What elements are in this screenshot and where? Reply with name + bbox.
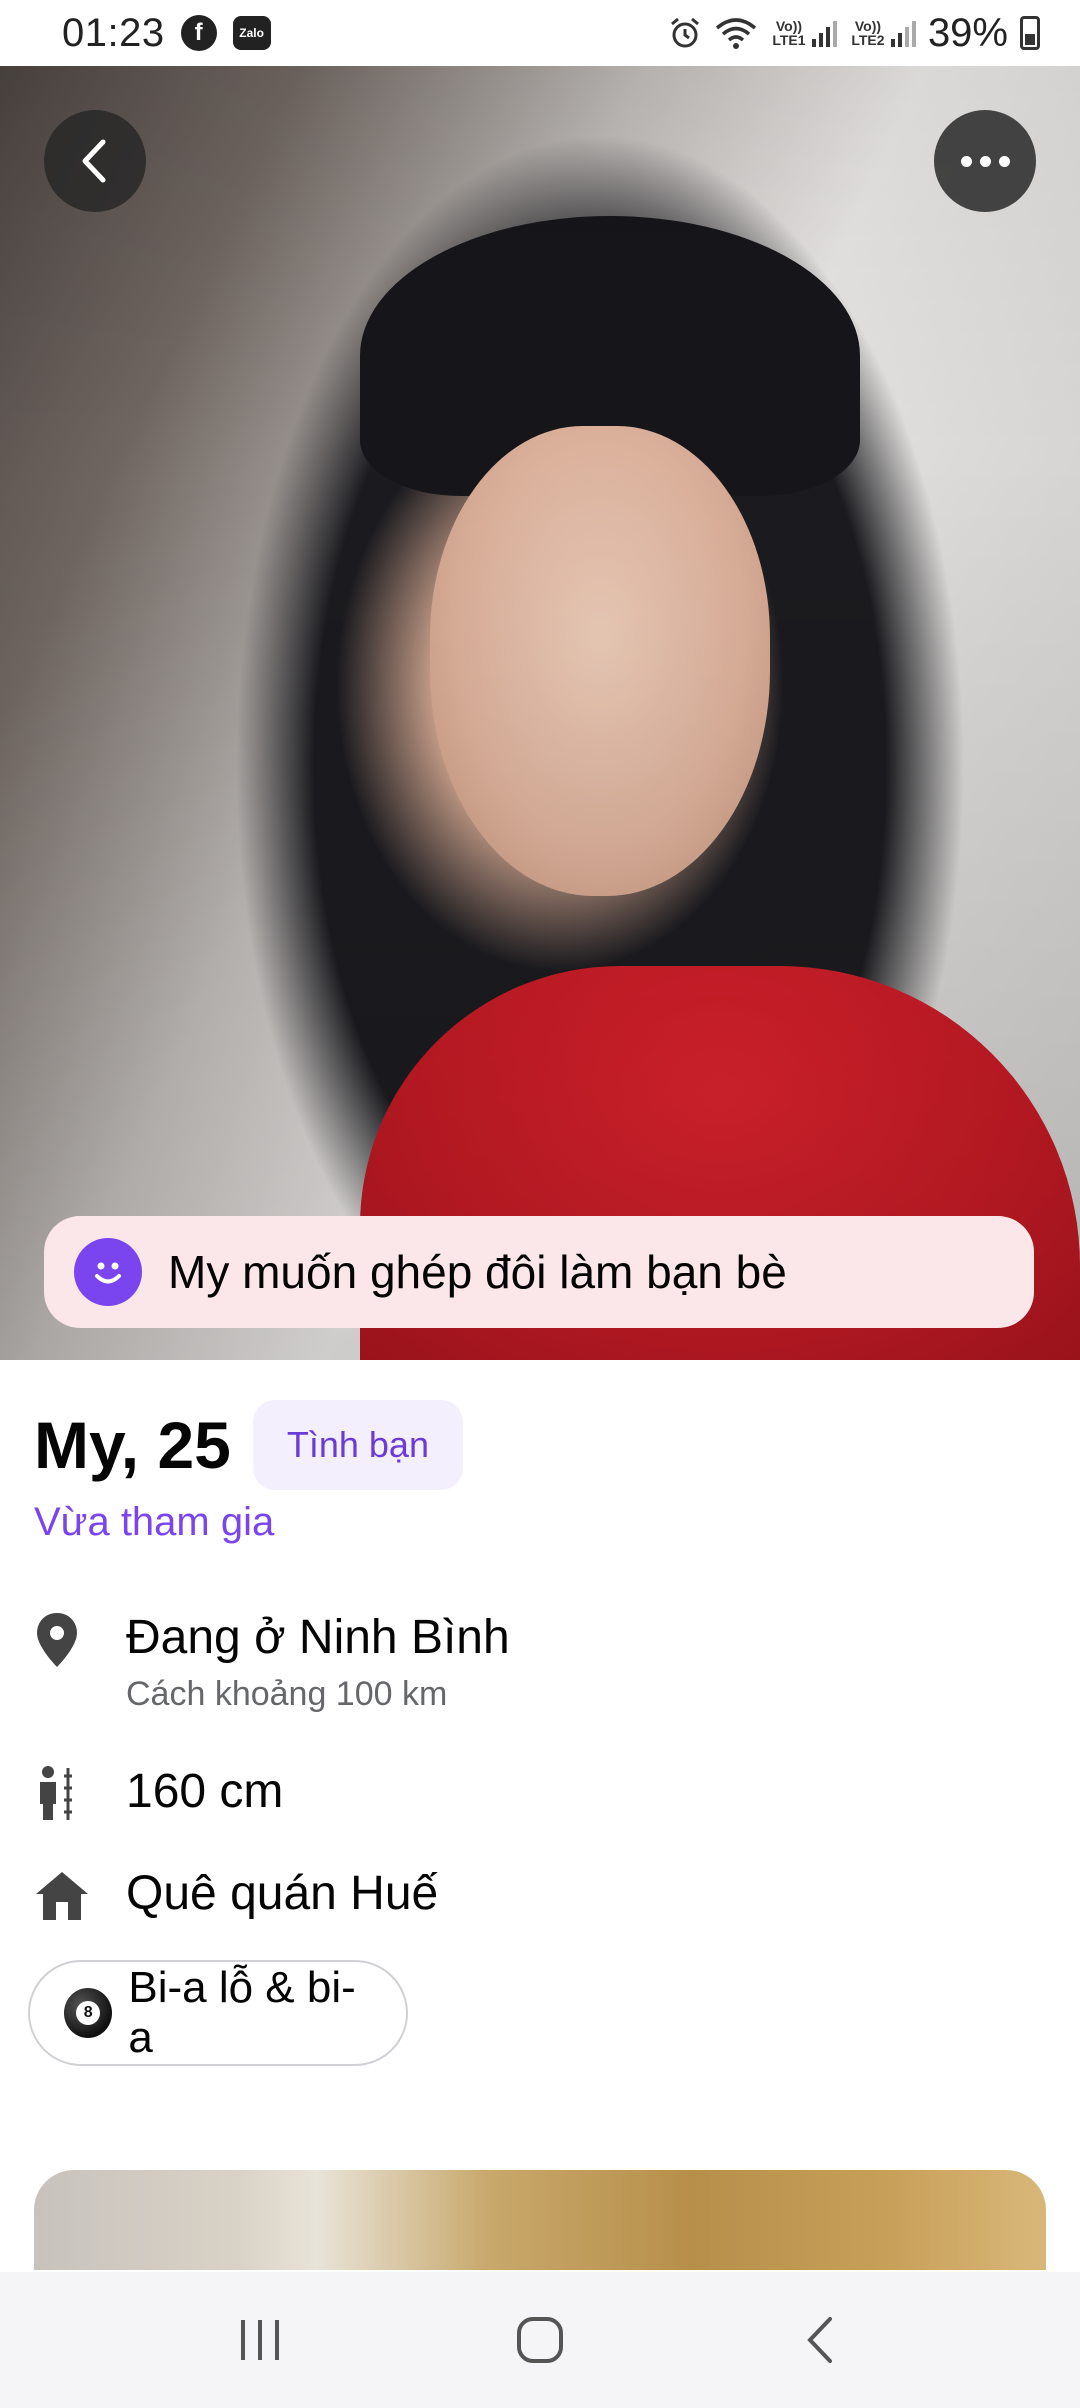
recent-apps-button[interactable] — [200, 2290, 320, 2390]
sim2-signal: Vo)) LTE2 — [849, 19, 916, 47]
location-distance: Cách khoảng 100 km — [126, 1675, 448, 1713]
smile-icon — [74, 1238, 142, 1306]
next-profile-photo[interactable] — [34, 2170, 1046, 2270]
billiard-ball-icon: 8 — [64, 1988, 113, 2038]
home-button[interactable] — [480, 2290, 600, 2390]
battery-percentage: 39% — [927, 10, 1008, 55]
hometown-value: Quê quán Huế — [126, 1867, 439, 1920]
home-circle-icon — [517, 2317, 563, 2363]
hometown-row: Quê quán Huế — [34, 1866, 438, 1926]
profile-name-age: My, 25 — [34, 1408, 231, 1482]
facebook-icon: f — [180, 15, 217, 51]
match-intent-text: My muốn ghép đôi làm bạn bè — [168, 1246, 787, 1298]
joined-status: Vừa tham gia — [34, 1500, 275, 1544]
back-button[interactable] — [44, 110, 146, 212]
interest-chip-billiards[interactable]: 8 Bi-a lỗ & bi-a — [28, 1960, 408, 2066]
alarm-icon — [670, 17, 699, 48]
status-time: 01:23 — [62, 10, 165, 55]
more-dots-icon — [960, 155, 1010, 167]
system-back-button[interactable] — [760, 2290, 880, 2390]
system-navigation-bar — [0, 2272, 1080, 2408]
profile-photo[interactable] — [0, 66, 1080, 1360]
chevron-left-icon — [82, 139, 106, 183]
dating-profile-screen: 01:23 f Zalo Vo)) LTE1 Vo)) LTE2 39% My … — [0, 0, 1080, 2408]
height-row: 160 cm — [34, 1764, 283, 1824]
height-icon — [34, 1764, 126, 1824]
status-bar: 01:23 f Zalo Vo)) LTE1 Vo)) LTE2 39% — [0, 0, 1080, 66]
zalo-icon: Zalo — [232, 16, 271, 50]
location-row: Đang ở Ninh Bình Cách khoảng 100 km — [34, 1610, 510, 1714]
relationship-tag: Tình bạn — [252, 1400, 463, 1490]
location-pin-icon — [34, 1610, 126, 1670]
more-options-button[interactable] — [934, 110, 1036, 212]
wifi-icon — [715, 18, 757, 49]
home-icon — [34, 1866, 126, 1926]
name-row: My, 25 Tình bạn — [34, 1400, 463, 1490]
sim1-label: Vo)) LTE1 — [772, 18, 806, 48]
location-title: Đang ở Ninh Bình — [126, 1611, 510, 1664]
height-value: 160 cm — [126, 1765, 284, 1818]
system-back-icon — [807, 2317, 832, 2363]
battery-icon — [1020, 16, 1040, 50]
sim1-signal: Vo)) LTE1 — [770, 19, 837, 47]
recent-apps-icon — [241, 2320, 279, 2360]
interest-label: Bi-a lỗ & bi-a — [128, 1963, 356, 2062]
match-intent-banner: My muốn ghép đôi làm bạn bè — [44, 1216, 1034, 1328]
sim2-label: Vo)) LTE2 — [851, 18, 885, 48]
